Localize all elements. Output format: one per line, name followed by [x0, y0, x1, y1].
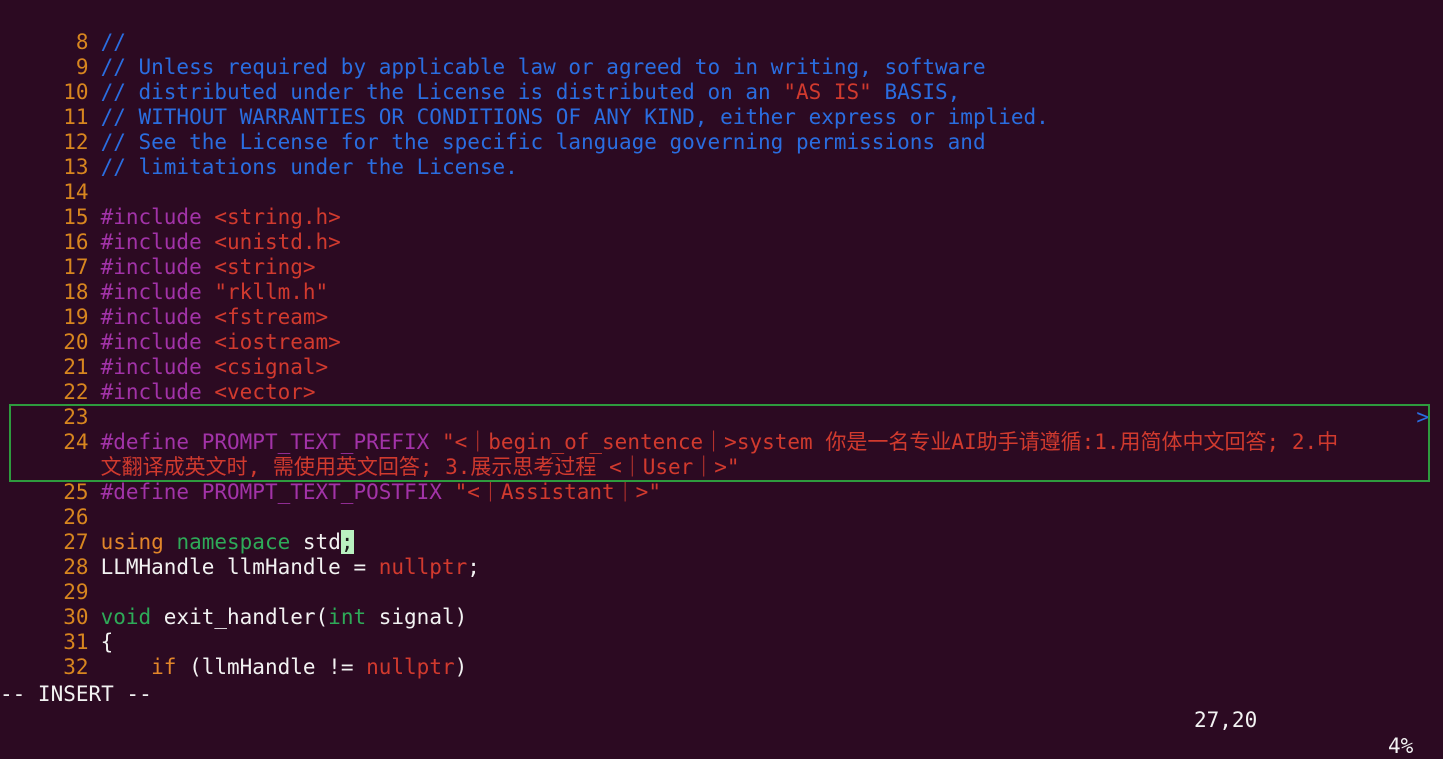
- status-bar: -- INSERT -- 27,20 4%: [0, 655, 1443, 758]
- code-editor[interactable]: 8// 9// Unless required by applicable la…: [0, 5, 1443, 679]
- code-line-10: 10// distributed under the License is di…: [0, 55, 1443, 104]
- code-line-8: 8//: [0, 5, 1443, 54]
- mode-indicator: -- INSERT --: [0, 682, 152, 706]
- code-line-26: 26: [0, 480, 1443, 529]
- code-line-12: 12// See the License for the specific la…: [0, 105, 1443, 154]
- code-line-22: 22 #include <vector>: [0, 355, 1443, 404]
- code-line-30: 30 void exit_handler(int signal): [0, 580, 1443, 629]
- code-line-24: 24 #define PROMPT_TEXT_PREFIX "<｜begin_of…: [0, 405, 1443, 454]
- code-line-9: 9// Unless required by applicable law or…: [0, 30, 1443, 79]
- code-line-31: 31{: [0, 605, 1443, 654]
- code-line-16: 16 #include <unistd.h>: [0, 205, 1443, 254]
- cursor-position: 27,20: [1194, 708, 1258, 732]
- code-line-17: 17 #include <string>: [0, 230, 1443, 279]
- code-line-32: 32 if (llmHandle != nullptr): [0, 630, 1443, 679]
- code-line-27: 27 using namespace std;: [0, 505, 1443, 554]
- code-line-29: 29: [0, 555, 1443, 604]
- code-line-13: 13// limitations under the License.: [0, 130, 1443, 179]
- code-line-14: 14: [0, 155, 1443, 204]
- code-line-20: 20 #include <iostream>: [0, 305, 1443, 354]
- code-line-11: 11// WITHOUT WARRANTIES OR CONDITIONS OF…: [0, 80, 1443, 129]
- code-line-19: 19 #include <fstream>: [0, 280, 1443, 329]
- scroll-percent: 4%: [1388, 734, 1414, 758]
- code-line-24-wrapped: 文翻译成英文时, 需使用英文回答; 3.展示思考过程 <｜User｜>": [0, 430, 1443, 479]
- code-line-21: 21 #include <csignal>: [0, 330, 1443, 379]
- line-wrap-marker: >: [1416, 405, 1429, 429]
- code-line-23: 23: [0, 380, 1443, 429]
- code-line-18: 18 #include "rkllm.h": [0, 255, 1443, 304]
- code-line-15: 15 #include <string.h>: [0, 180, 1443, 229]
- code-line-28: 28 LLMHandle llmHandle = nullptr;: [0, 530, 1443, 579]
- code-line-25: 25 #define PROMPT_TEXT_POSTFIX "<｜Assista…: [0, 455, 1443, 504]
